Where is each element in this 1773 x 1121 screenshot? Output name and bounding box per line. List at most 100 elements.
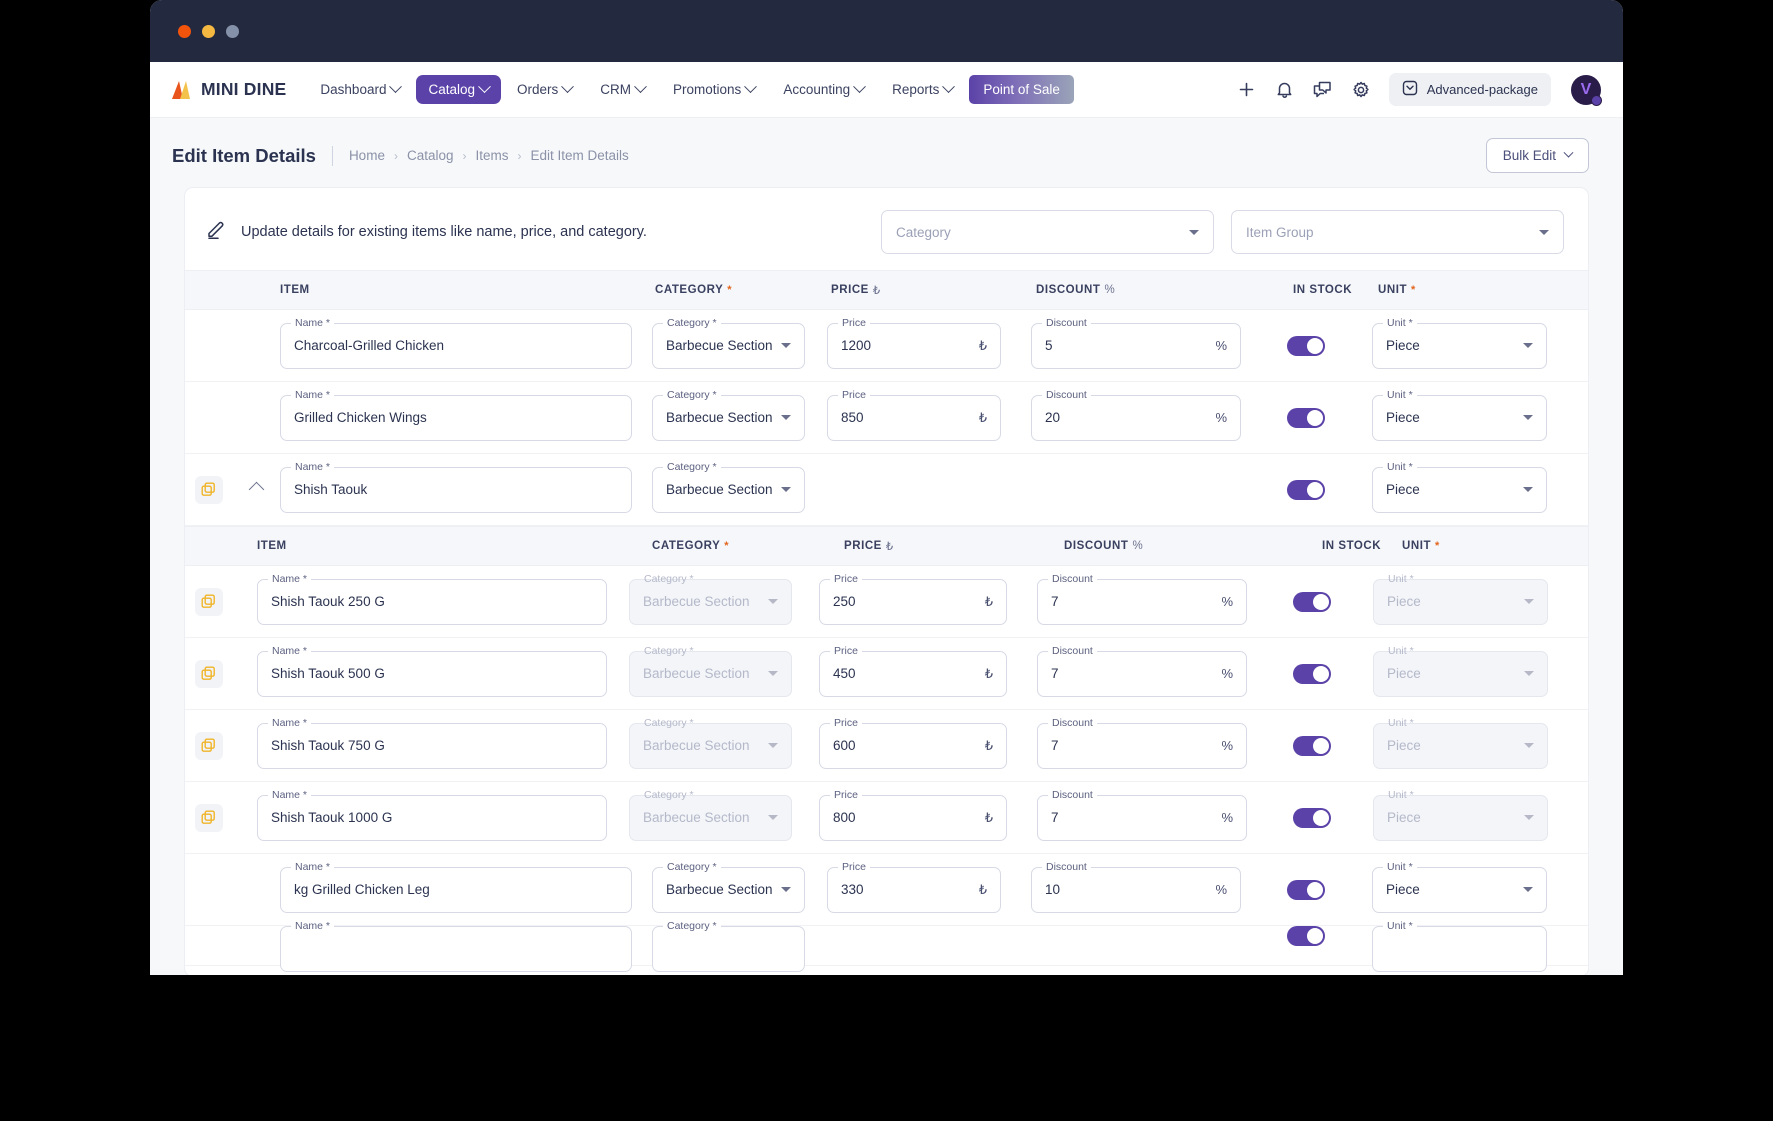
- plus-icon[interactable]: [1237, 80, 1257, 100]
- in-stock-toggle[interactable]: [1287, 926, 1325, 946]
- in-stock-toggle[interactable]: [1287, 407, 1325, 428]
- in-stock-toggle[interactable]: [1287, 879, 1325, 900]
- nested-item-price-input[interactable]: Price 450 ₺: [819, 644, 1007, 697]
- nested-item-name-input[interactable]: Name * Shish Taouk 500 G: [257, 644, 607, 697]
- item-price-input[interactable]: Price 330 ₺: [827, 860, 1001, 913]
- nav-item-catalog[interactable]: Catalog: [416, 75, 502, 104]
- chevron-down-icon: [853, 80, 866, 94]
- item-category-select[interactable]: Category *: [652, 920, 805, 972]
- field-label: Name *: [291, 316, 335, 329]
- nested-item-unit-value: Piece: [1387, 666, 1421, 681]
- item-unit-select[interactable]: Unit * Piece: [1372, 460, 1547, 513]
- lira-symbol: ₺: [978, 409, 987, 425]
- breadcrumb-separator: ›: [393, 148, 398, 163]
- nested-item-discount-input[interactable]: Discount 7 %: [1037, 644, 1247, 697]
- item-category-select[interactable]: Category * Barbecue Section: [652, 316, 805, 369]
- in-stock-toggle[interactable]: [1293, 663, 1331, 684]
- nav-item-reports[interactable]: Reports: [880, 75, 965, 104]
- lira-symbol: ₺: [885, 541, 894, 553]
- toggle-knob: [1307, 481, 1323, 498]
- column-in-stock: IN STOCK: [1293, 284, 1378, 296]
- nested-item-price-input[interactable]: Price 800 ₺: [819, 788, 1007, 841]
- brand[interactable]: MINI DINE: [170, 79, 286, 100]
- description-text: Update details for existing items like n…: [241, 224, 647, 240]
- in-stock-toggle[interactable]: [1293, 807, 1331, 828]
- item-name-input[interactable]: Name * Shish Taouk: [280, 460, 632, 513]
- table-row: Name * kg Grilled Chicken Leg Category *…: [185, 854, 1588, 926]
- item-discount-input[interactable]: Discount 20 %: [1031, 388, 1241, 441]
- chevron-down-icon: [942, 80, 956, 94]
- item-group-filter-select[interactable]: Item Group: [1231, 210, 1564, 254]
- item-unit-select[interactable]: Unit * Piece: [1372, 860, 1547, 913]
- item-discount-input[interactable]: Discount 5 %: [1031, 316, 1241, 369]
- duplicate-item-button[interactable]: [194, 587, 223, 616]
- chat-icon[interactable]: [1313, 80, 1333, 100]
- bulk-edit-button[interactable]: Bulk Edit: [1485, 138, 1589, 173]
- duplicate-item-button[interactable]: [194, 803, 223, 832]
- nav-item-promotions[interactable]: Promotions: [661, 75, 767, 104]
- item-price-input[interactable]: Price 1200 ₺: [827, 316, 1001, 369]
- field-label: Price: [830, 716, 862, 729]
- item-name-input[interactable]: Name * Grilled Chicken Wings: [280, 388, 632, 441]
- breadcrumb-catalog[interactable]: Catalog: [407, 148, 454, 163]
- duplicate-item-button[interactable]: [194, 659, 223, 688]
- in-stock-toggle[interactable]: [1293, 591, 1331, 612]
- item-unit-select[interactable]: Unit * Piece: [1372, 388, 1547, 441]
- field-label: Discount: [1042, 316, 1091, 329]
- nav-item-label: Reports: [892, 82, 940, 97]
- field-label: Price: [838, 316, 870, 329]
- point-of-sale-button[interactable]: Point of Sale: [969, 75, 1074, 104]
- bell-icon[interactable]: [1275, 80, 1295, 100]
- avatar[interactable]: V: [1571, 74, 1602, 106]
- item-name-input[interactable]: Name * Charcoal-Grilled Chicken: [280, 316, 632, 369]
- in-stock-toggle[interactable]: [1287, 335, 1325, 356]
- item-name-input[interactable]: Name * kg Grilled Chicken Leg: [280, 860, 632, 913]
- lira-symbol: ₺: [984, 593, 993, 609]
- nav-item-dashboard[interactable]: Dashboard: [308, 75, 412, 104]
- item-price-value: 1200: [841, 338, 872, 353]
- nested-item-discount-input[interactable]: Discount 7 %: [1037, 788, 1247, 841]
- nested-item-price-value: 250: [833, 594, 856, 609]
- item-unit-select[interactable]: Unit *: [1372, 920, 1547, 972]
- in-stock-toggle[interactable]: [1287, 479, 1325, 500]
- nav-item-crm[interactable]: CRM: [588, 75, 657, 104]
- nested-item-price-input[interactable]: Price 250 ₺: [819, 572, 1007, 625]
- breadcrumb-items[interactable]: Items: [476, 148, 509, 163]
- field-label: Unit *: [1388, 572, 1414, 585]
- nav-item-orders[interactable]: Orders: [505, 75, 584, 104]
- item-price-input[interactable]: Price 850 ₺: [827, 388, 1001, 441]
- advanced-package-badge[interactable]: Advanced-package: [1388, 73, 1551, 106]
- nested-item-name-input[interactable]: Name * Shish Taouk 250 G: [257, 572, 607, 625]
- gear-icon[interactable]: [1351, 80, 1371, 100]
- item-discount-input[interactable]: Discount 10 %: [1031, 860, 1241, 913]
- item-category-select[interactable]: Category * Barbecue Section: [652, 860, 805, 913]
- nested-item-name-input[interactable]: Name * Shish Taouk 750 G: [257, 716, 607, 769]
- breadcrumb-home[interactable]: Home: [349, 148, 385, 163]
- window-close-dot[interactable]: [178, 24, 191, 38]
- in-stock-toggle[interactable]: [1293, 735, 1331, 756]
- item-name-input[interactable]: Name *: [280, 920, 632, 972]
- chevron-down-icon: [1539, 229, 1549, 235]
- nested-item-discount-input[interactable]: Discount 7 %: [1037, 716, 1247, 769]
- nested-table-header: ITEM CATEGORY * PRICE ₺ DISCOUNT% IN STOCK…: [185, 526, 1588, 566]
- field-label: Name *: [291, 920, 335, 932]
- item-category-select[interactable]: Category * Barbecue Section: [652, 460, 805, 513]
- item-unit-value: Piece: [1386, 338, 1420, 353]
- item-category-select[interactable]: Category * Barbecue Section: [652, 388, 805, 441]
- nested-item-price-input[interactable]: Price 600 ₺: [819, 716, 1007, 769]
- window-maximize-dot[interactable]: [226, 24, 239, 38]
- nav-item-accounting[interactable]: Accounting: [771, 75, 876, 104]
- nested-table-row: Name * Shish Taouk 750 G Category * Barb…: [185, 710, 1588, 782]
- breadcrumb-separator: ›: [517, 148, 522, 163]
- window-minimize-dot[interactable]: [202, 24, 215, 38]
- nav-item-label: Orders: [517, 82, 559, 97]
- field-label: Discount: [1048, 572, 1097, 585]
- category-filter-select[interactable]: Category: [881, 210, 1214, 254]
- collapse-chevron-up-icon[interactable]: [248, 481, 264, 498]
- nested-item-name-input[interactable]: Name * Shish Taouk 1000 G: [257, 788, 607, 841]
- nav-item-label: Accounting: [783, 82, 851, 97]
- nested-item-discount-input[interactable]: Discount 7 %: [1037, 572, 1247, 625]
- duplicate-item-button[interactable]: [194, 475, 223, 504]
- duplicate-item-button[interactable]: [194, 731, 223, 760]
- item-unit-select[interactable]: Unit * Piece: [1372, 316, 1547, 369]
